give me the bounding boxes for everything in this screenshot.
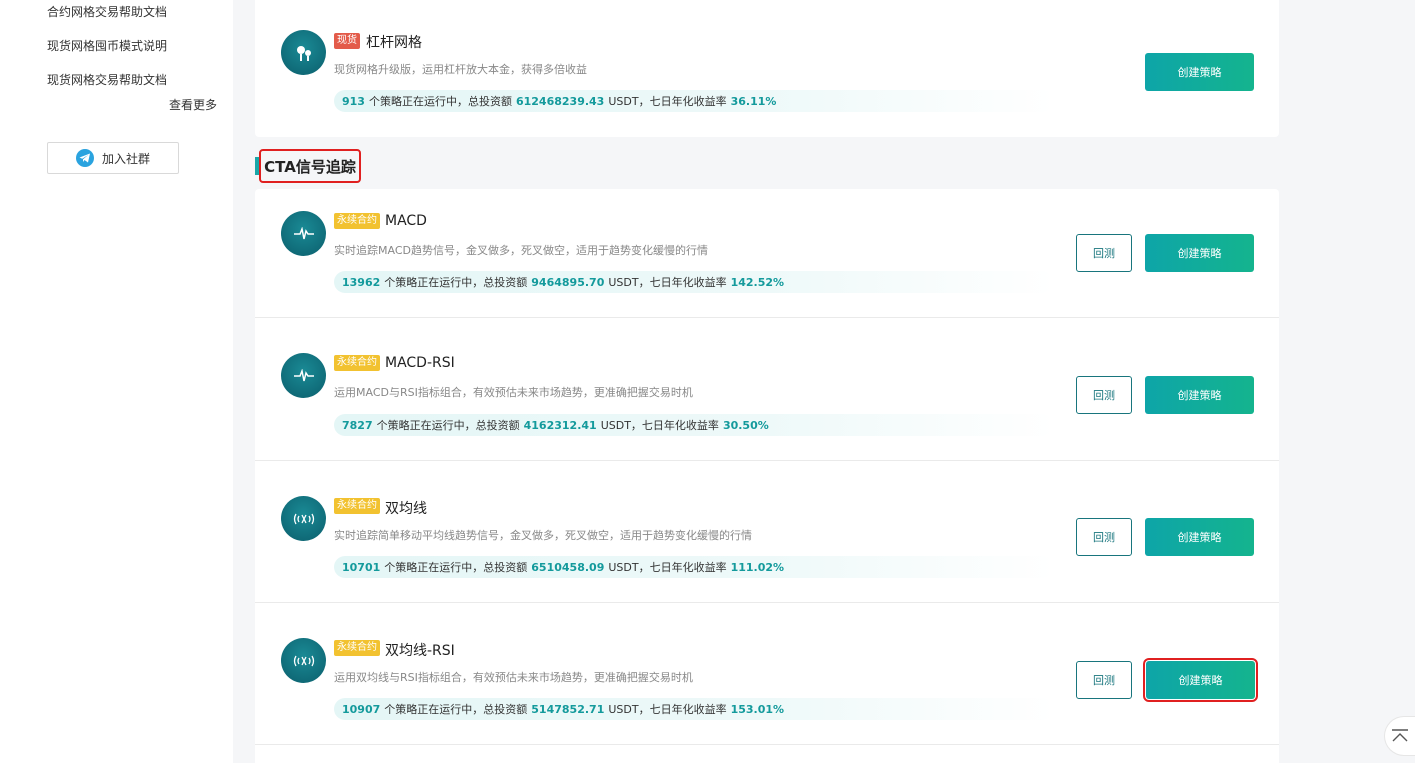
create-strategy-button[interactable]: 创建策略	[1145, 376, 1254, 414]
create-strategy-button[interactable]: 创建策略	[1145, 234, 1254, 272]
leverage-grid-desc: 现货网格升级版，运用杠杆放大本金，获得多倍收益	[334, 63, 587, 76]
unit-text: USDT，七日年化收益率	[600, 419, 719, 432]
strategy-title: 双均线-RSI	[385, 643, 455, 659]
strategy-stats: 10907 个策略正在运行中，总投资额 5147852.71 USDT，七日年化…	[334, 698, 1054, 720]
row-divider	[255, 317, 1279, 318]
unit-text: USDT，七日年化收益率	[608, 276, 727, 289]
running-text: 个策略正在运行中，总投资额	[376, 419, 520, 432]
strategy-title: MACD-RSI	[385, 355, 455, 371]
running-count: 13962	[342, 275, 381, 289]
strategy-title: 双均线	[385, 501, 427, 517]
invested-amount: 6510458.09	[531, 560, 605, 574]
strategy-desc: 运用双均线与RSI指标组合，有效预估未来市场趋势，更准确把握交易时机	[334, 671, 693, 684]
row-divider	[255, 460, 1279, 461]
unit-text: USDT，七日年化收益率	[608, 561, 727, 574]
leverage-grid-title: 杠杆网格	[366, 35, 422, 51]
strategy-stats: 10701 个策略正在运行中，总投资额 6510458.09 USDT，七日年化…	[334, 556, 1054, 578]
join-community-label: 加入社群	[101, 151, 150, 166]
sidebar-link-spot-grid-help[interactable]: 现货网格交易帮助文档	[47, 71, 167, 88]
create-strategy-button[interactable]: 创建策略	[1145, 53, 1254, 91]
strategy-title: MACD	[385, 213, 427, 229]
strategy-desc: 实时追踪简单移动平均线趋势信号，金叉做多，死叉做空，适用于趋势变化缓慢的行情	[334, 529, 752, 542]
apy-value: 142.52%	[730, 275, 785, 289]
sidebar-link-contract-grid-help[interactable]: 合约网格交易帮助文档	[47, 3, 167, 20]
strategy-desc: 实时追踪MACD趋势信号，金叉做多，死叉做空，适用于趋势变化缓慢的行情	[334, 244, 708, 257]
perpetual-tag: 永续合约	[334, 213, 380, 229]
telegram-icon	[75, 149, 94, 167]
apy-value: 153.01%	[730, 702, 785, 716]
perpetual-tag: 永续合约	[334, 640, 380, 656]
running-count: 10701	[342, 560, 381, 574]
apy-value: 36.11%	[730, 94, 777, 108]
spot-tag: 现货	[334, 33, 360, 49]
row-divider	[255, 744, 1279, 745]
macd-rsi-icon	[281, 353, 326, 398]
dual-ma-icon	[281, 496, 326, 541]
create-strategy-button[interactable]: 创建策略	[1145, 518, 1254, 556]
macd-icon	[281, 211, 326, 256]
running-count: 7827	[342, 418, 373, 432]
join-community-button[interactable]: 加入社群	[47, 142, 179, 174]
strategy-stats: 13962 个策略正在运行中，总投资额 9464895.70 USDT，七日年化…	[334, 271, 1054, 293]
dual-ma-rsi-icon	[281, 638, 326, 683]
row-divider	[255, 602, 1279, 603]
sidebar: 合约网格交易帮助文档 现货网格囤币模式说明 现货网格交易帮助文档 查看更多 加入…	[0, 0, 233, 763]
leverage-grid-icon	[281, 30, 326, 75]
arrow-up-icon	[1392, 729, 1408, 742]
running-text: 个策略正在运行中，总投资额	[384, 276, 528, 289]
strategy-stats: 7827 个策略正在运行中，总投资额 4162312.41 USDT，七日年化收…	[334, 414, 1054, 436]
apy-value: 111.02%	[730, 560, 785, 574]
invested-amount: 5147852.71	[531, 702, 605, 716]
section-title-cta: CTA信号追踪	[259, 149, 361, 183]
running-text: 个策略正在运行中，总投资额	[384, 561, 528, 574]
create-strategy-button[interactable]: 创建策略	[1143, 658, 1258, 702]
strategy-desc: 运用MACD与RSI指标组合，有效预估未来市场趋势，更准确把握交易时机	[334, 386, 693, 399]
right-margin	[1279, 0, 1415, 763]
backtest-button[interactable]: 回测	[1076, 376, 1132, 414]
invested-amount: 9464895.70	[531, 275, 605, 289]
backtest-button[interactable]: 回测	[1076, 518, 1132, 556]
backtest-button[interactable]: 回测	[1076, 234, 1132, 272]
leverage-grid-stats: 913 个策略正在运行中，总投资额 612468239.43 USDT，七日年化…	[334, 90, 1054, 112]
running-count: 913	[342, 94, 365, 108]
invested-amount: 612468239.43	[515, 94, 605, 108]
perpetual-tag: 永续合约	[334, 498, 380, 514]
unit-text: USDT，七日年化收益率	[608, 95, 727, 108]
invested-amount: 4162312.41	[523, 418, 597, 432]
sidebar-link-spot-grid-hoard[interactable]: 现货网格囤币模式说明	[47, 37, 167, 54]
running-count: 10907	[342, 702, 381, 716]
perpetual-tag: 永续合约	[334, 355, 380, 371]
unit-text: USDT，七日年化收益率	[608, 703, 727, 716]
apy-value: 30.50%	[722, 418, 769, 432]
backtest-button[interactable]: 回测	[1076, 661, 1132, 699]
running-text: 个策略正在运行中，总投资额	[384, 703, 528, 716]
running-text: 个策略正在运行中，总投资额	[368, 95, 512, 108]
view-more-link[interactable]: 查看更多	[169, 96, 217, 113]
